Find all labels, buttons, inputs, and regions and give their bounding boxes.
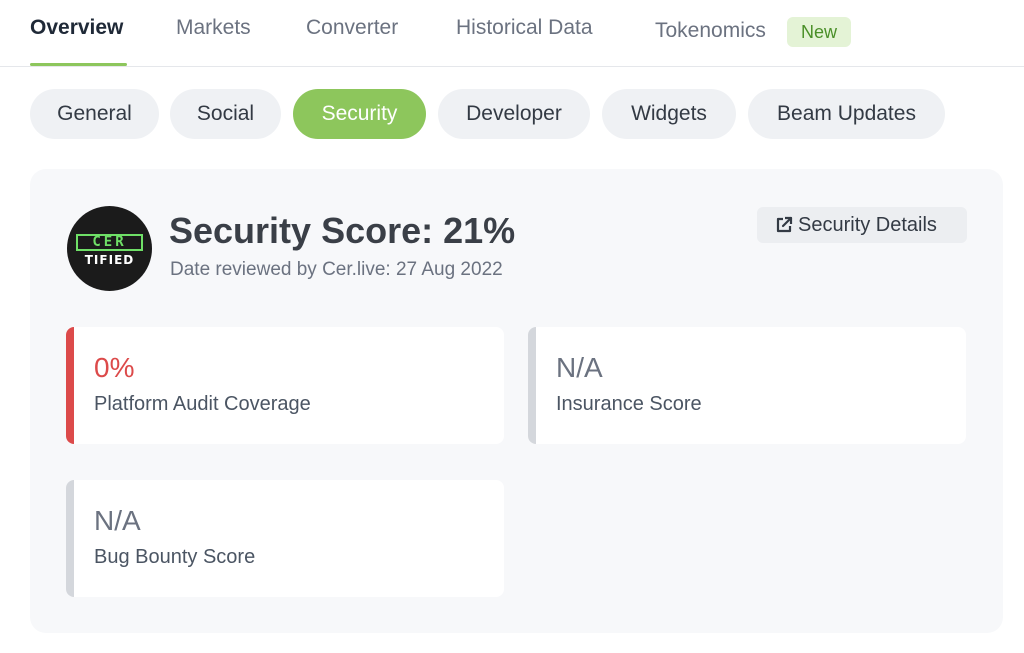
tab-markets[interactable]: Markets bbox=[176, 16, 251, 40]
card-accent-bar bbox=[66, 480, 74, 597]
review-date: Date reviewed by Cer.live: 27 Aug 2022 bbox=[170, 259, 503, 280]
new-badge: New bbox=[787, 17, 851, 47]
pill-beam-updates[interactable]: Beam Updates bbox=[748, 89, 945, 139]
metric-value: 0% bbox=[94, 352, 135, 383]
logo-text-top: CER bbox=[76, 234, 143, 251]
external-link-icon bbox=[774, 215, 798, 235]
card-insurance-score: N/A Insurance Score bbox=[528, 327, 966, 444]
pill-security[interactable]: Security bbox=[293, 89, 426, 139]
logo-text-bottom: TIFIED bbox=[84, 253, 135, 267]
metric-value: N/A bbox=[94, 505, 141, 536]
tab-converter[interactable]: Converter bbox=[306, 16, 398, 40]
metric-label: Platform Audit Coverage bbox=[94, 393, 311, 415]
pill-widgets[interactable]: Widgets bbox=[602, 89, 736, 139]
security-details-label: Security Details bbox=[798, 213, 937, 236]
metric-value: N/A bbox=[556, 352, 603, 383]
pill-developer[interactable]: Developer bbox=[438, 89, 590, 139]
card-platform-audit: 0% Platform Audit Coverage bbox=[66, 327, 504, 444]
metric-label: Bug Bounty Score bbox=[94, 546, 256, 568]
security-score-title: Security Score: 21% bbox=[169, 210, 516, 251]
card-accent-bar bbox=[66, 327, 74, 444]
certified-logo: CER TIFIED bbox=[67, 206, 152, 291]
card-accent-bar bbox=[528, 327, 536, 444]
card-bug-bounty: N/A Bug Bounty Score bbox=[66, 480, 504, 597]
tab-historical-data[interactable]: Historical Data bbox=[456, 16, 593, 40]
top-tab-bar: Overview Markets Converter Historical Da… bbox=[0, 0, 1024, 67]
metric-label: Insurance Score bbox=[556, 393, 702, 415]
pill-social[interactable]: Social bbox=[170, 89, 281, 139]
security-details-button[interactable]: Security Details bbox=[757, 207, 967, 243]
tab-overview[interactable]: Overview bbox=[30, 16, 123, 40]
tab-tokenomics[interactable]: Tokenomics bbox=[655, 19, 766, 43]
pill-general[interactable]: General bbox=[30, 89, 159, 139]
active-tab-indicator bbox=[30, 63, 127, 66]
